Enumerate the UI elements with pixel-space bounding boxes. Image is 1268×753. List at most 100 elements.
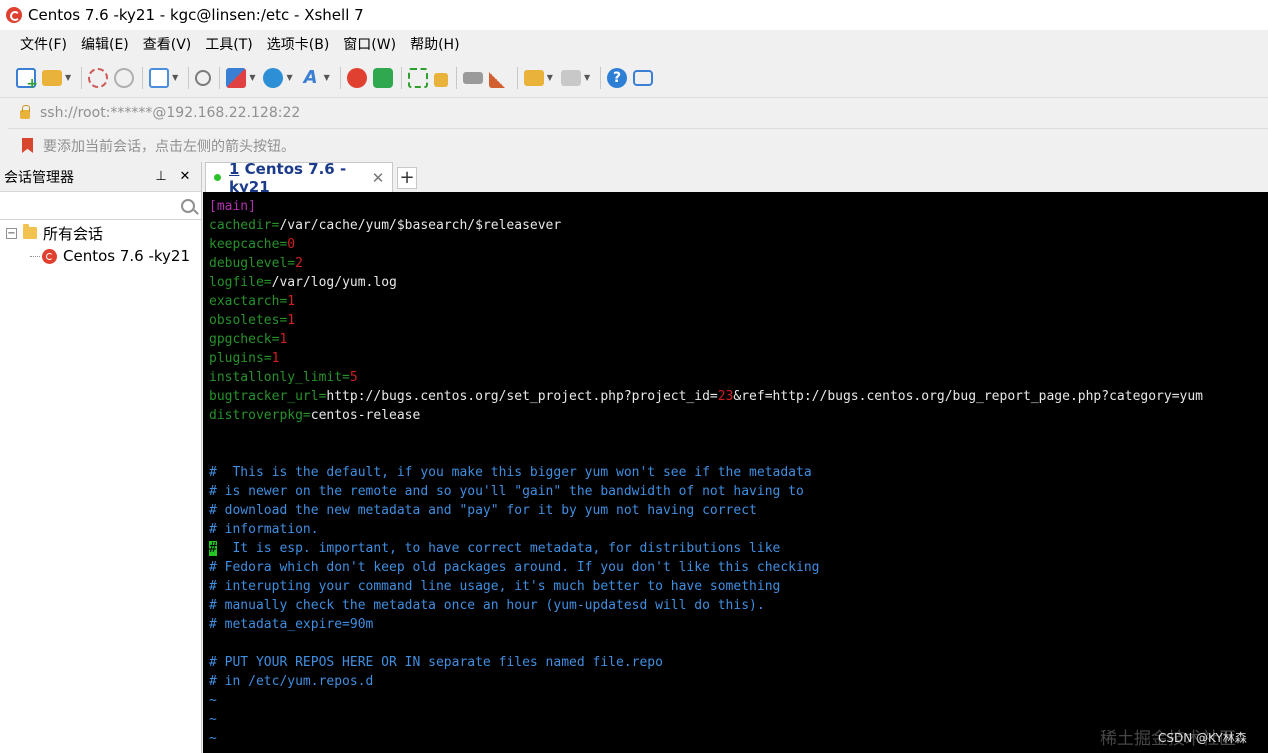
- config-value: 1: [287, 294, 296, 309]
- terminal-tilde-line: ~: [209, 693, 217, 708]
- toolbar-separator: [188, 66, 190, 89]
- terminal-line: plugins=1: [209, 349, 1268, 368]
- address-bar[interactable]: ssh://root:******@192.168.22.128:22: [8, 98, 1268, 129]
- search-icon[interactable]: [181, 198, 195, 213]
- properties-icon[interactable]: [149, 67, 170, 88]
- session-label: Centos 7.6 -ky21: [63, 247, 191, 265]
- tab-title: Centos 7.6 -ky21: [229, 159, 347, 196]
- config-key: installonly_limit=: [209, 370, 350, 385]
- terminal-line: keepcache=0: [209, 235, 1268, 254]
- toolbar-separator: [600, 66, 602, 89]
- font-icon[interactable]: A: [301, 67, 321, 88]
- help-icon[interactable]: ?: [607, 67, 628, 88]
- config-key: plugins=: [209, 351, 272, 366]
- session-icon: [42, 248, 57, 264]
- title-bar: Centos 7.6 -ky21 - kgc@linsen:/etc - Xsh…: [0, 0, 1268, 30]
- add-folder-icon[interactable]: [523, 69, 544, 86]
- terminal-line: logfile=/var/log/yum.log: [209, 273, 1268, 292]
- menu-edit[interactable]: 编辑(E): [81, 34, 129, 54]
- close-icon[interactable]: ✕: [177, 169, 193, 185]
- config-value: /var/cache/yum/$basearch/$releasever: [279, 218, 562, 233]
- terminal-comment-line: # interupting your command line usage, i…: [209, 579, 781, 594]
- session-manager-panel: 会话管理器 ⊥ ✕ − 所有会话 Centos 7.6 -ky21: [0, 162, 202, 753]
- lock-screen-icon[interactable]: [433, 72, 448, 87]
- terminal-comment-line: # Fedora which don't keep old packages a…: [209, 560, 820, 575]
- tree-root-label: 所有会话: [43, 224, 104, 243]
- terminal-line: installonly_limit=5: [209, 368, 1268, 387]
- compose-dropdown-icon[interactable]: ▼: [584, 73, 590, 82]
- compose-icon[interactable]: [560, 69, 581, 86]
- new-session-icon[interactable]: +: [16, 67, 38, 91]
- tab-number: 1: [229, 159, 240, 178]
- terminal-comment-line: # PUT YOUR REPOS HERE OR IN separate fil…: [209, 655, 663, 670]
- highlight-icon[interactable]: [488, 67, 509, 88]
- menu-help[interactable]: 帮助(H): [410, 34, 459, 54]
- xshell-icon[interactable]: [346, 67, 367, 88]
- open-folder-icon[interactable]: [42, 69, 62, 86]
- menu-file[interactable]: 文件(F): [20, 34, 67, 54]
- add-folder-dropdown-icon[interactable]: ▼: [547, 73, 553, 82]
- config-value: http://bugs.centos.org/set_project.php?p…: [326, 389, 718, 404]
- globe-icon[interactable]: [263, 67, 284, 88]
- terminal-comment-line: # manually check the metadata once an ho…: [209, 598, 765, 613]
- terminal-line: obsoletes=1: [209, 311, 1268, 330]
- folder-icon: [23, 224, 37, 239]
- globe-dropdown-icon[interactable]: ▼: [286, 73, 292, 82]
- terminal-comment-line: # It is esp. important, to have correct …: [209, 539, 1268, 558]
- terminal-cursor: #: [209, 541, 217, 556]
- toolbar-separator: [81, 66, 83, 89]
- open-dropdown-icon[interactable]: ▼: [65, 73, 71, 82]
- terminal-pane[interactable]: [main] cachedir=/var/cache/yum/$basearch…: [203, 192, 1268, 753]
- hint-text: 要添加当前会话，点击左侧的箭头按钮。: [43, 138, 295, 155]
- layout-icon[interactable]: [226, 67, 247, 88]
- config-key: exactarch=: [209, 294, 288, 309]
- fullscreen-icon[interactable]: [407, 67, 428, 88]
- toolbar-separator: [219, 66, 221, 89]
- menu-tools[interactable]: 工具(T): [205, 34, 252, 54]
- tab-close-icon[interactable]: ✕: [370, 169, 386, 187]
- xftp-icon[interactable]: [372, 67, 393, 88]
- terminal-line: bugtracker_url=http://bugs.centos.org/se…: [209, 387, 1268, 406]
- xshell-app-icon: [6, 7, 22, 23]
- tree-connector: [30, 255, 40, 257]
- tab-centos[interactable]: 1 Centos 7.6 -ky21 ✕: [205, 159, 393, 196]
- toolbar-separator: [516, 66, 518, 89]
- menu-view[interactable]: 查看(V): [143, 34, 192, 54]
- keyboard-icon[interactable]: [462, 71, 483, 84]
- chat-icon[interactable]: [633, 69, 654, 86]
- config-key: distroverpkg=: [209, 408, 311, 423]
- add-session-arrow-icon[interactable]: [22, 138, 33, 153]
- terminal-line: exactarch=1: [209, 292, 1268, 311]
- config-value: 0: [287, 237, 296, 252]
- font-dropdown-icon[interactable]: ▼: [324, 73, 330, 82]
- tree-item-session[interactable]: Centos 7.6 -ky21: [0, 244, 201, 268]
- toolbar: + ▼ ▼ ▼ ▼ A ▼ ▼ ▼ ?: [0, 58, 1268, 98]
- layout-dropdown-icon[interactable]: ▼: [249, 73, 255, 82]
- tree-item-all-sessions[interactable]: − 所有会话: [0, 222, 201, 244]
- tab-bar: 1 Centos 7.6 -ky21 ✕ +: [203, 159, 1268, 196]
- menu-bar: 文件(F) 编辑(E) 查看(V) 工具(T) 选项卡(B) 窗口(W) 帮助(…: [0, 30, 1268, 58]
- tree-collapse-icon[interactable]: −: [6, 227, 17, 239]
- toolbar-separator: [339, 66, 341, 89]
- terminal-line: gpgcheck=1: [209, 330, 1268, 349]
- menu-tabs[interactable]: 选项卡(B): [267, 34, 330, 54]
- terminal-comment-line: # metadata_expire=90m: [209, 617, 374, 632]
- properties-dropdown-icon[interactable]: ▼: [172, 73, 178, 82]
- session-manager-title: 会话管理器: [4, 169, 74, 186]
- new-tab-button[interactable]: +: [397, 167, 417, 189]
- disconnect-icon[interactable]: [114, 67, 135, 88]
- toolbar-separator: [400, 66, 402, 89]
- find-icon[interactable]: [195, 69, 212, 86]
- connect-icon[interactable]: [88, 67, 109, 88]
- lock-icon: [20, 105, 30, 119]
- session-manager-header: 会话管理器 ⊥ ✕: [0, 162, 201, 192]
- pin-icon[interactable]: ⊥: [153, 169, 169, 185]
- menu-window[interactable]: 窗口(W): [343, 34, 396, 54]
- address-value[interactable]: ssh://root:******@192.168.22.128:22: [40, 105, 300, 121]
- session-search-input[interactable]: [0, 193, 181, 218]
- terminal-comment-text: It is esp. important, to have correct me…: [216, 541, 781, 556]
- toolbar-separator: [142, 66, 144, 89]
- config-key: bugtracker_url=: [209, 389, 327, 404]
